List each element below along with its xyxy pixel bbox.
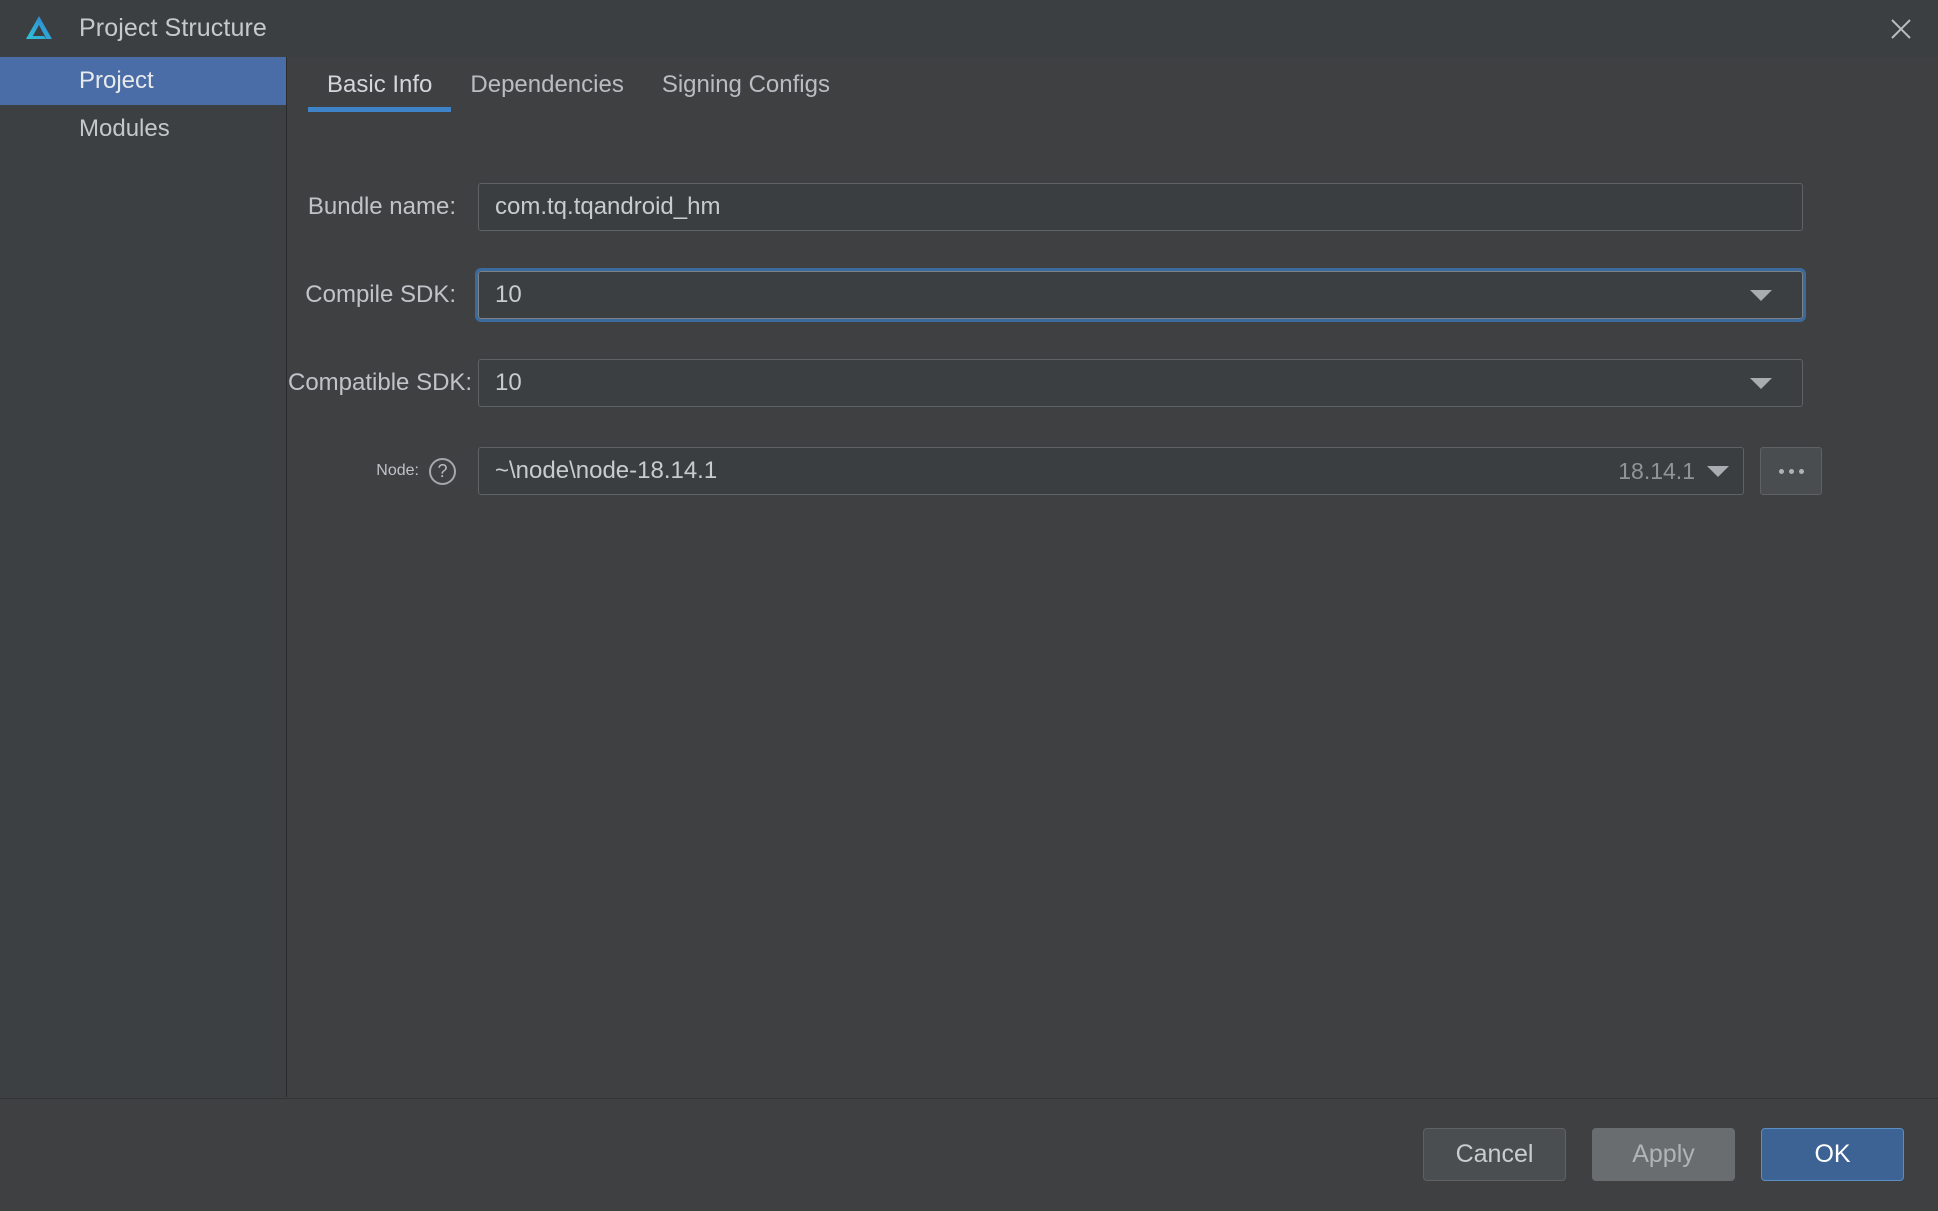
chevron-down-icon [1750,377,1772,389]
ok-button-label: OK [1814,1140,1851,1168]
compile-sdk-value: 10 [495,281,522,308]
ok-button[interactable]: OK [1761,1128,1904,1181]
compatible-sdk-label: Compatible SDK: [288,369,473,396]
tab-dependencies[interactable]: Dependencies [451,57,642,112]
tab-basic-info[interactable]: Basic Info [308,57,452,112]
bundle-name-input[interactable]: com.tq.tqandroid_hm [478,183,1803,231]
node-browse-button[interactable] [1760,447,1822,495]
tab-label: Dependencies [470,71,624,98]
bundle-name-value: com.tq.tqandroid_hm [495,193,721,220]
content-panel: Basic Info Dependencies Signing Configs … [288,57,1938,1097]
footer-button-group: Cancel Apply OK [1423,1128,1904,1181]
sidebar-item-modules[interactable]: Modules [0,105,286,153]
node-path-input[interactable]: ~\node\node-18.14.1 18.14.1 [478,447,1744,495]
cancel-button[interactable]: Cancel [1423,1128,1566,1181]
node-path-value: ~\node\node-18.14.1 [495,457,718,484]
sidebar-item-label: Modules [79,115,170,142]
tab-label: Basic Info [327,71,433,98]
compatible-sdk-value: 10 [495,369,522,396]
basic-info-form: Bundle name: com.tq.tqandroid_hm Compile… [288,112,1938,1097]
field-row-compile-sdk: Compile SDK: 10 [288,268,1806,322]
apply-button-label: Apply [1632,1140,1695,1168]
title-bar: Project Structure [0,0,1938,57]
close-button[interactable] [1864,0,1938,57]
close-icon [1891,18,1911,39]
node-label-group: Node: ? [288,457,456,485]
field-row-compatible-sdk: Compatible SDK: 10 [288,358,1803,408]
compile-sdk-label: Compile SDK: [305,281,456,308]
sidebar: Project Modules [0,57,287,1097]
deveco-triangle-logo-icon [26,15,52,39]
chevron-down-icon[interactable] [1707,465,1729,477]
cancel-button-label: Cancel [1455,1140,1534,1168]
node-version-value: 18.14.1 [1618,457,1695,484]
help-glyph: ? [437,461,448,481]
chevron-down-icon [1750,289,1772,301]
help-question-icon[interactable]: ? [429,457,456,485]
tab-bar: Basic Info Dependencies Signing Configs [288,57,849,112]
node-label: Node: [376,462,419,479]
dialog-footer: Cancel Apply OK [0,1098,1938,1211]
compatible-sdk-select[interactable]: 10 [478,359,1803,407]
sidebar-item-label: Project [79,67,154,94]
field-row-node: Node: ? ~\node\node-18.14.1 18.14.1 [288,446,1822,496]
tab-signing-configs[interactable]: Signing Configs [643,57,849,112]
window-title: Project Structure [79,14,267,42]
compile-sdk-select[interactable]: 10 [475,268,1806,322]
sidebar-item-project[interactable]: Project [0,57,286,105]
apply-button[interactable]: Apply [1592,1128,1735,1181]
ellipsis-icon [1778,468,1804,474]
bundle-name-label: Bundle name: [307,193,456,220]
tab-label: Signing Configs [661,71,830,98]
field-row-bundle-name: Bundle name: com.tq.tqandroid_hm [288,182,1803,232]
